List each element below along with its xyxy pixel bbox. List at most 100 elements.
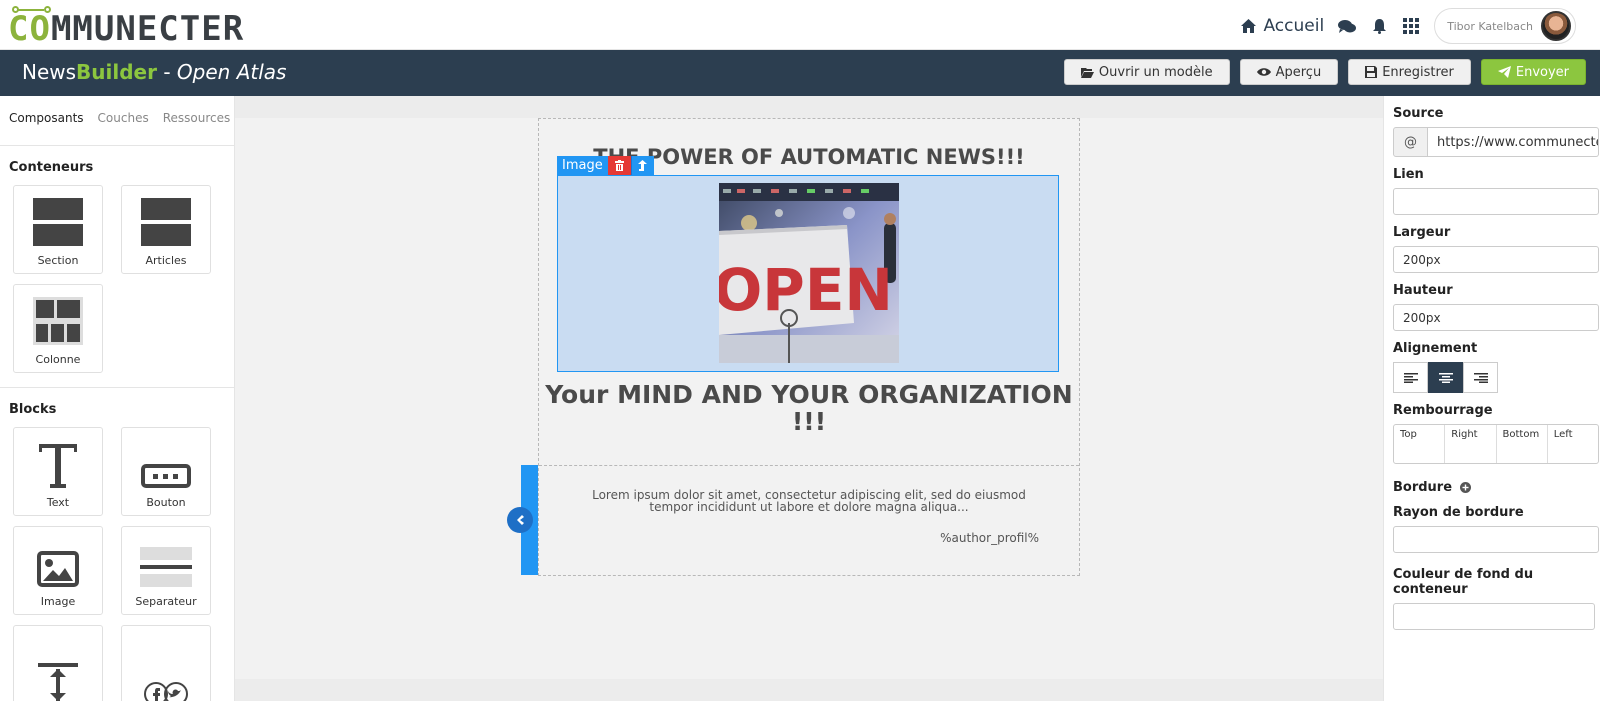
home-label: Accueil bbox=[1263, 16, 1325, 36]
border-row: Bordure bbox=[1393, 480, 1600, 495]
button-icon bbox=[141, 464, 191, 488]
logo-line bbox=[18, 9, 44, 11]
communecter-logo[interactable]: COMMUNECTER bbox=[8, 6, 244, 48]
align-left-button[interactable] bbox=[1393, 362, 1428, 393]
tile-section[interactable]: Section bbox=[13, 185, 103, 274]
paper-plane-icon bbox=[1497, 66, 1511, 78]
column-icon bbox=[33, 297, 83, 345]
link-label: Lien bbox=[1393, 167, 1424, 182]
source-input[interactable]: https://www.communecter.org bbox=[1428, 127, 1599, 157]
svg-text:OPEN: OPEN bbox=[719, 256, 893, 324]
avatar bbox=[1541, 11, 1571, 41]
bg-color-label: Couleur de fond du conteneur bbox=[1393, 567, 1534, 597]
apps-grid-icon[interactable] bbox=[1402, 17, 1420, 35]
row-divider bbox=[539, 465, 1079, 466]
containers-title: Conteneurs bbox=[9, 160, 94, 175]
article-excerpt[interactable]: Lorem ipsum dolor sit amet, consectetur … bbox=[569, 489, 1049, 513]
padding-left-input[interactable]: Left bbox=[1548, 425, 1598, 463]
width-input[interactable]: 200px bbox=[1393, 246, 1599, 273]
builder-title: NewsBuilder - Open Atlas bbox=[22, 60, 287, 84]
tile-colonne[interactable]: Colonne bbox=[13, 284, 103, 373]
properties-panel: Source @ https://www.communecter.org Lie… bbox=[1383, 96, 1600, 701]
selection-toolbar: Image bbox=[557, 156, 654, 175]
align-left-icon bbox=[1403, 372, 1418, 383]
user-menu[interactable]: Tibor Katelbach bbox=[1434, 8, 1576, 44]
canvas-bottom-band bbox=[235, 679, 1383, 701]
delete-block-button[interactable] bbox=[607, 156, 631, 175]
image-icon bbox=[37, 551, 79, 587]
tab-ressources[interactable]: Ressources bbox=[163, 111, 231, 145]
alignment-label: Alignement bbox=[1393, 341, 1478, 356]
padding-bottom-input[interactable]: Bottom bbox=[1497, 425, 1548, 463]
collapse-toggle[interactable] bbox=[507, 507, 533, 533]
tile-spacer[interactable] bbox=[13, 625, 103, 701]
width-label: Largeur bbox=[1393, 225, 1451, 240]
align-center-button[interactable] bbox=[1428, 362, 1463, 393]
border-radius-input[interactable] bbox=[1393, 526, 1599, 553]
save-button[interactable]: Enregistrer bbox=[1348, 59, 1471, 85]
tile-separateur[interactable]: Separateur bbox=[121, 526, 211, 615]
tile-bouton[interactable]: Bouton bbox=[121, 427, 211, 516]
floppy-icon bbox=[1365, 66, 1378, 78]
preview-button[interactable]: Aperçu bbox=[1239, 59, 1339, 85]
align-right-icon bbox=[1473, 372, 1488, 383]
border-label: Bordure bbox=[1393, 480, 1453, 495]
builder-header: NewsBuilder - Open Atlas Ouvrir un modèl… bbox=[0, 50, 1600, 96]
user-name: Tibor Katelbach bbox=[1447, 19, 1533, 33]
height-label: Hauteur bbox=[1393, 283, 1453, 298]
home-link[interactable]: Accueil bbox=[1239, 16, 1324, 36]
chevron-left-icon bbox=[517, 515, 524, 525]
tile-image[interactable]: Image bbox=[13, 526, 103, 615]
selected-image-block[interactable]: OPEN bbox=[557, 175, 1059, 372]
articles-icon bbox=[141, 198, 191, 246]
tab-composants[interactable]: Composants bbox=[9, 111, 84, 145]
components-panel: Composants Couches Ressources Conteneurs… bbox=[0, 96, 235, 701]
eye-icon bbox=[1256, 68, 1271, 76]
padding-right-input[interactable]: Right bbox=[1445, 425, 1497, 463]
editor-canvas: THE POWER OF AUTOMATIC NEWS!!! OPEN Imag… bbox=[235, 96, 1383, 701]
social-icons bbox=[144, 682, 188, 701]
home-icon bbox=[1239, 17, 1257, 35]
height-input[interactable]: 200px bbox=[1393, 304, 1599, 331]
newsletter-frame[interactable]: THE POWER OF AUTOMATIC NEWS!!! OPEN Imag… bbox=[538, 118, 1080, 576]
blocks-title: Blocks bbox=[9, 402, 57, 417]
top-navbar: COMMUNECTER Accueil Tibor Katelbach bbox=[0, 0, 1600, 50]
selection-type-label: Image bbox=[557, 156, 608, 175]
panel-tabs: Composants Couches Ressources bbox=[0, 96, 234, 146]
align-right-button[interactable] bbox=[1463, 362, 1498, 393]
alignment-group bbox=[1393, 362, 1600, 393]
source-label: Source bbox=[1393, 106, 1444, 121]
canvas-top-band bbox=[235, 96, 1383, 118]
padding-inputs: Top Right Bottom Left bbox=[1393, 424, 1599, 464]
chat-icon[interactable] bbox=[1338, 17, 1357, 35]
spacer-icon bbox=[38, 663, 78, 701]
logo-dot bbox=[44, 6, 51, 13]
author-placeholder[interactable]: %author_profil% bbox=[940, 531, 1039, 545]
logo-text: COMMUNECTER bbox=[8, 9, 245, 49]
select-parent-button[interactable] bbox=[630, 156, 654, 175]
tile-articles[interactable]: Articles bbox=[121, 185, 211, 274]
padding-top-input[interactable]: Top bbox=[1394, 425, 1446, 463]
trash-icon bbox=[614, 160, 624, 171]
send-button[interactable]: Envoyer bbox=[1480, 59, 1586, 85]
source-field-group: @ https://www.communecter.org bbox=[1393, 127, 1599, 157]
open-sign-image[interactable]: OPEN bbox=[719, 183, 899, 363]
tile-text[interactable]: Text bbox=[13, 427, 103, 516]
text-t-icon bbox=[39, 444, 77, 488]
plus-circle-icon[interactable] bbox=[1460, 482, 1472, 493]
padding-label: Rembourrage bbox=[1393, 403, 1493, 418]
border-radius-label: Rayon de bordure bbox=[1393, 505, 1524, 520]
newsletter-subhead[interactable]: Your MIND AND YOUR ORGANIZATION !!! bbox=[539, 381, 1079, 435]
open-model-button[interactable]: Ouvrir un modèle bbox=[1063, 59, 1230, 85]
align-center-icon bbox=[1438, 372, 1453, 383]
tile-social[interactable] bbox=[121, 625, 211, 701]
separator-icon bbox=[140, 547, 192, 587]
folder-open-icon bbox=[1080, 67, 1094, 78]
bg-color-input[interactable] bbox=[1393, 603, 1595, 630]
section-icon bbox=[33, 198, 83, 246]
at-addon: @ bbox=[1393, 127, 1428, 157]
bell-icon[interactable] bbox=[1370, 17, 1388, 35]
link-input[interactable] bbox=[1393, 188, 1599, 215]
tab-couches[interactable]: Couches bbox=[98, 111, 149, 145]
arrow-up-icon bbox=[638, 160, 648, 171]
